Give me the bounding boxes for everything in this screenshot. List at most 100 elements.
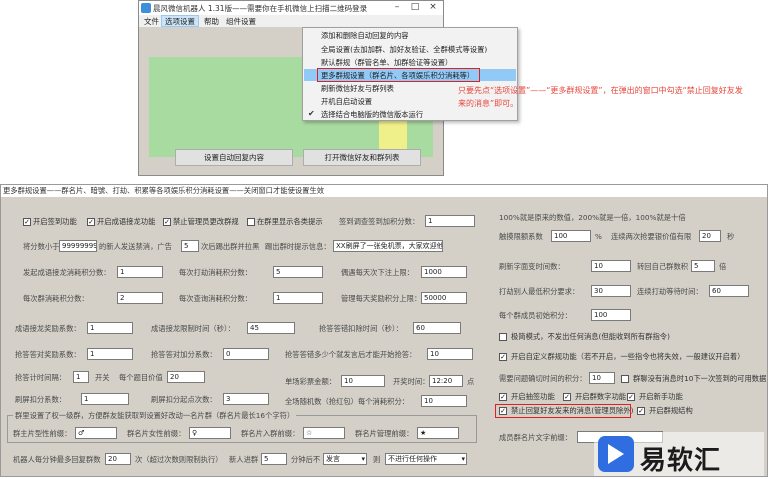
input-signin-points[interactable]: 1 [425, 215, 475, 227]
label-quiz-reward: 抢答答对奖励系数： [15, 350, 81, 359]
input-initial-points[interactable]: 100 [591, 309, 631, 321]
menu-item-autostart[interactable]: 开机自启动设置 [321, 97, 372, 107]
checkbox-number-label: 开启群数字功能 [575, 392, 627, 401]
input-score-below[interactable]: 99999999 [59, 240, 97, 252]
input-reward-limit[interactable]: 50000 [421, 292, 467, 304]
menu-item-default-rules[interactable]: 默认群规（群管名单、加群验证等设置） [321, 58, 452, 68]
checkbox-custom-rules[interactable]: ✓ [499, 353, 507, 361]
input-quiz-bonus[interactable]: 0 [223, 348, 269, 360]
menu-item-refresh-list[interactable]: 刷新微信好友与群列表 [321, 84, 394, 94]
input-consecutive-rob[interactable]: 20 [699, 230, 721, 242]
checkbox-draw-label: 开启抽签功能 [511, 392, 555, 401]
app-icon [141, 3, 151, 13]
checkbox-signin[interactable]: ✓ [23, 218, 31, 226]
input-female-prefix[interactable]: ♀ [189, 427, 231, 439]
input-redpacket-cost[interactable]: 10 [421, 395, 467, 407]
select-action[interactable]: 不进行任何操作 [385, 453, 467, 465]
label-join-prefix: 群名片入群前缀： [241, 429, 300, 438]
label-spam-start: 刷屏扣分起点次数： [151, 395, 217, 404]
checkbox-rule-structure[interactable]: ✓ [637, 407, 645, 415]
auto-reply-button[interactable]: 设置自动回复内容 [175, 149, 293, 166]
checkbox-number[interactable]: ✓ [563, 393, 571, 401]
checkbox-disable-friend-reply[interactable]: ✓ [499, 407, 507, 415]
input-rob-cost[interactable]: 5 [273, 266, 323, 278]
input-quiz-threshold[interactable]: 10 [427, 348, 473, 360]
label-ad-count: 的新人发送禁消，广告 [99, 242, 172, 251]
watermark-logo-icon [598, 436, 634, 472]
label-signin-points: 签到调查签到加积分数： [339, 217, 420, 226]
checkbox-lock-rules[interactable]: ✓ [163, 218, 171, 226]
input-touch-limit[interactable]: 100 [551, 230, 591, 242]
close-icon[interactable]: × [425, 2, 441, 14]
input-spam-penalty[interactable]: 1 [81, 393, 129, 405]
input-lottery-amount[interactable]: 10 [341, 375, 385, 387]
label-refresh-time: 刷新字面变时间数： [499, 262, 565, 271]
label-draw-time: 开奖时间： [393, 377, 430, 386]
label-draw-hour: 点 [467, 377, 475, 386]
checkbox-idiom[interactable]: ✓ [87, 218, 95, 226]
label-question-time: 需要问题确切时间的积分： [499, 374, 587, 383]
label-multiplier-note: 100%就是原来的数值，200%就是一倍，100%就是十倍 [499, 213, 686, 222]
label-female-prefix: 群名片女性前缀： [127, 429, 186, 438]
menu-item-auto-reply[interactable]: 添加和删除自动回复的内容 [321, 31, 409, 41]
settings-title-bar[interactable]: 更多群规设置——群名片、暗號、打劫、积累等各项娱乐积分消耗设置——关闭窗口才能使… [1, 185, 767, 197]
label-over-limit: 次（超过次数则限制执行） [135, 455, 223, 464]
label-card-prefix: 成员群名片文字前缀： [499, 433, 572, 442]
label-query-cost: 每次查询消耗积分数： [179, 294, 252, 303]
menu-components[interactable]: 组件设置 [223, 16, 259, 27]
label-max-reply: 机器人每分钟最多回复群数 [13, 455, 101, 464]
input-join-prefix[interactable]: ☆ [303, 427, 345, 439]
title-bar[interactable]: 晨风微信机器人 1.31版——需要你在手机微信上扫描二维码登录 – □ × [139, 1, 443, 15]
input-bet-limit[interactable]: 1000 [421, 266, 467, 278]
input-rob-min[interactable]: 30 [591, 285, 631, 297]
input-wrong-time[interactable]: 60 [413, 322, 461, 334]
menu-help[interactable]: 帮助 [201, 16, 222, 27]
input-refresh-time[interactable]: 10 [591, 260, 631, 272]
input-spam-start[interactable]: 3 [223, 393, 269, 405]
input-return-multiplier[interactable]: 5 [691, 260, 715, 272]
input-question-value[interactable]: 20 [167, 371, 205, 383]
checkbox-no-message[interactable] [621, 375, 629, 383]
input-admin-prefix[interactable]: ★ [417, 427, 459, 439]
input-ad-count[interactable]: 5 [181, 240, 199, 252]
window-title: 晨风微信机器人 1.31版——需要你在手机微信上扫描二维码登录 [153, 4, 368, 13]
checkbox-no-message-label: 群聊没有消息时10下一次签到的可用数据 [633, 374, 767, 383]
checkbox-newbie[interactable]: ✓ [627, 393, 635, 401]
label-group-cost: 每次群消耗积分数： [23, 294, 89, 303]
checkbox-draw[interactable]: ✓ [499, 393, 507, 401]
menu-item-global-settings[interactable]: 全局设置(去加加群、加好友验证、全群模式等设置) [321, 45, 487, 55]
label-idiom-cost: 发起成语接龙消耗积分数： [23, 268, 111, 277]
input-query-cost[interactable]: 1 [273, 292, 323, 304]
checkbox-custom-rules-label: 开启自定义群规功能（若不开启，一些指令也将失效，一般建议开启着） [511, 352, 745, 361]
input-idiom-reward[interactable]: 1 [87, 322, 133, 334]
input-draw-time[interactable]: 12:20 [429, 375, 463, 387]
input-male-prefix[interactable]: ♂ [75, 427, 117, 439]
input-idiom-time[interactable]: 45 [247, 322, 295, 334]
menu-options[interactable]: 选项设置 [161, 15, 199, 27]
checkbox-disable-friend-reply-label: 禁止回复好友发来的消息(管理员除外) [511, 406, 634, 415]
input-quiz-reward[interactable]: 1 [87, 348, 133, 360]
checkbox-show-tips[interactable] [247, 218, 255, 226]
input-group-cost[interactable]: 2 [117, 292, 163, 304]
label-kick-message: 踢出群时提示信息： [265, 242, 331, 251]
checkbox-signin-label: 开启签到功能 [33, 217, 77, 226]
input-rob-wait[interactable]: 60 [709, 285, 749, 297]
open-friends-list-button[interactable]: 打开微信好友和群列表 [303, 149, 421, 166]
label-reward-limit: 管理每天奖励积分上限： [341, 294, 422, 303]
label-minutes-no: 分钟后不 [291, 455, 321, 464]
checkbox-minimal-mode[interactable] [499, 333, 507, 341]
input-quiz-interval[interactable]: 1 [73, 371, 89, 383]
maximize-icon[interactable]: □ [407, 2, 423, 14]
menu-item-select-wechat-version[interactable]: 选择结合电脑版的微信版本运行 [321, 110, 423, 120]
input-question-time[interactable]: 10 [589, 372, 615, 384]
input-max-reply[interactable]: 20 [105, 453, 131, 465]
label-switch: 开关 [95, 373, 110, 382]
menu-file[interactable]: 文件 [141, 16, 162, 27]
checkbox-lock-rules-label: 禁止管理员更改群规 [173, 217, 239, 226]
checkbox-rule-structure-label: 开启群规结构 [649, 406, 693, 415]
input-kick-message[interactable]: XX刷屏了一张免机票，大家欢迎他起飞 [333, 240, 443, 252]
minimize-icon[interactable]: – [389, 2, 405, 14]
input-idiom-cost[interactable]: 1 [117, 266, 163, 278]
select-speak[interactable]: 发言 [323, 453, 367, 465]
input-newcomer-minutes[interactable]: 5 [261, 453, 287, 465]
